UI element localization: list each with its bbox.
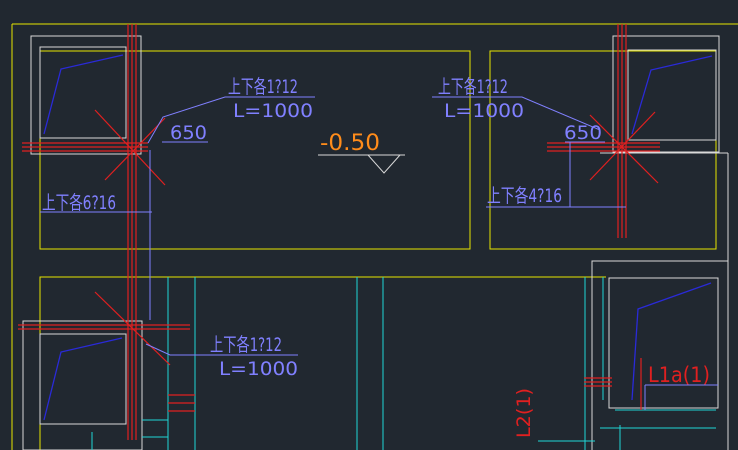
rebar-top-left-label: 上下各1?12	[228, 76, 298, 98]
elevation-symbol	[318, 154, 405, 174]
dim-left-label: 650	[170, 122, 207, 144]
length-top-right-label: L=1000	[444, 100, 524, 122]
rebar-bottom-left-label: 上下各1?12	[210, 334, 282, 356]
cyan-lines	[91, 277, 716, 450]
beam-l2-label: L2(1)	[513, 388, 535, 438]
stirrups	[43, 54, 713, 421]
bars-right-label: 上下各4?16	[487, 185, 562, 207]
dim-right-label: 650	[564, 122, 602, 144]
beam-l1a-label: L1a(1)	[648, 363, 710, 387]
rebar-lines	[18, 24, 660, 440]
elevation-label: -0.50	[320, 131, 380, 156]
bars-left-label: 上下各6?16	[42, 192, 116, 214]
outline-frame	[11, 23, 738, 450]
rebar-top-right-label: 上下各1?12	[438, 76, 508, 98]
length-bottom-left-label: L=1000	[219, 358, 298, 380]
cad-drawing-canvas[interactable]: 上下各1?12 L=1000 上下各1?12 L=1000 上下各1?12 L=…	[0, 0, 738, 450]
length-top-left-label: L=1000	[233, 100, 313, 122]
